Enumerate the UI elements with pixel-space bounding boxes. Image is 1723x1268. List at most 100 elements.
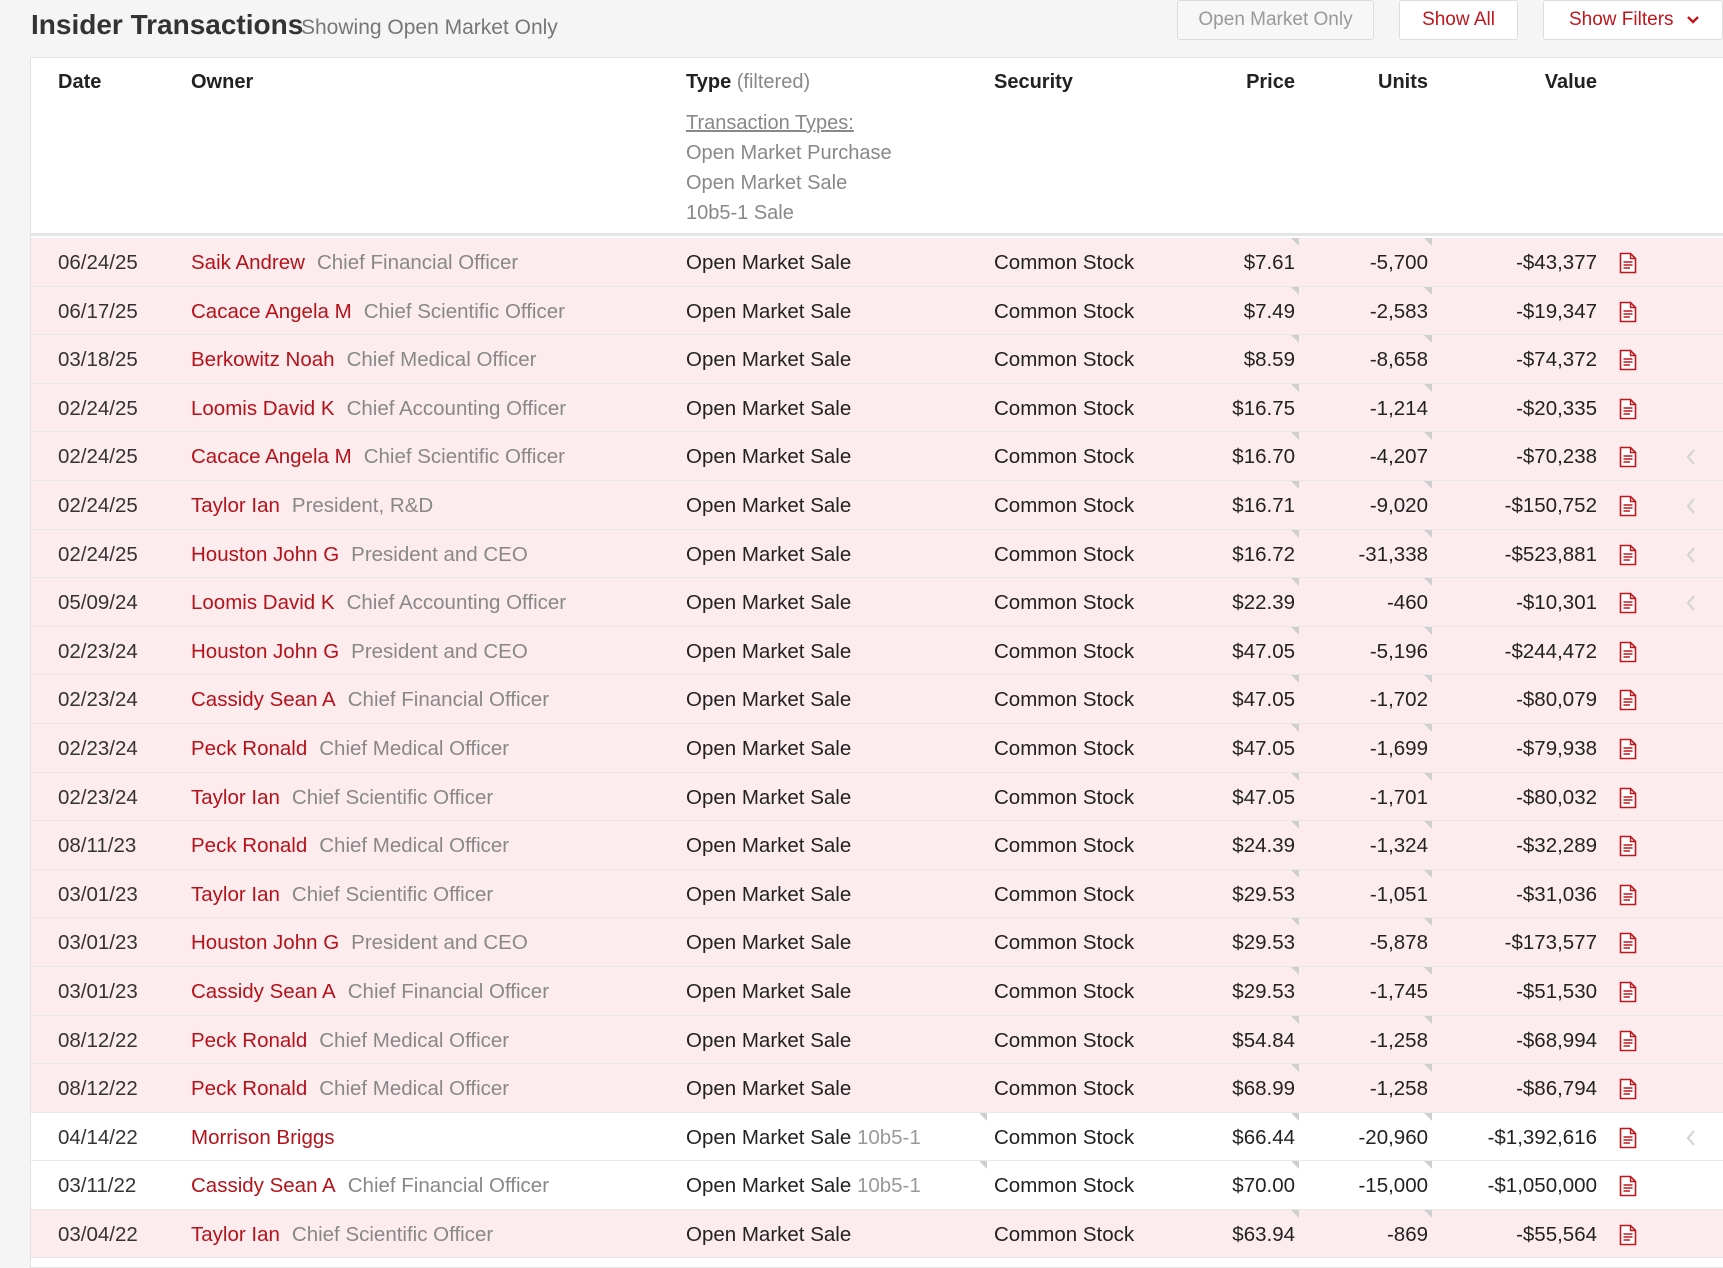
owner-name-link[interactable]: Peck Ronald xyxy=(191,1077,307,1100)
table-row[interactable]: 02/23/24 Taylor Ian Chief Scientific Offi… xyxy=(31,772,1723,822)
table-row[interactable]: 03/04/22 Taylor Ian Chief Scientific Offi… xyxy=(31,1209,1723,1259)
document-icon[interactable] xyxy=(1619,349,1637,371)
document-icon[interactable] xyxy=(1619,252,1637,274)
show-filters-button[interactable]: Show Filters xyxy=(1543,0,1723,40)
document-icon[interactable] xyxy=(1619,544,1637,566)
document-icon[interactable] xyxy=(1619,446,1637,468)
document-icon[interactable] xyxy=(1619,738,1637,760)
document-icon[interactable] xyxy=(1619,1078,1637,1100)
chevron-left-icon[interactable] xyxy=(1685,594,1697,612)
owner-name-link[interactable]: Morrison Briggs xyxy=(191,1126,335,1149)
table-row[interactable]: 08/11/23 Peck Ronald Chief Medical Office… xyxy=(31,821,1723,870)
owner-name-link[interactable]: Cacace Angela M xyxy=(191,300,352,323)
document-icon[interactable] xyxy=(1619,689,1637,711)
owner-name-link[interactable]: Loomis David K xyxy=(191,397,335,420)
table-row[interactable]: 06/24/25 Saik Andrew Chief Financial Offi… xyxy=(31,238,1723,287)
price-value: $54.84 xyxy=(1232,1028,1295,1052)
owner-name-link[interactable]: Peck Ronald xyxy=(191,834,307,857)
transaction-date: 02/24/25 xyxy=(58,542,138,566)
owner-name-link[interactable]: Cassidy Sean A xyxy=(191,1174,336,1197)
owner-name-link[interactable]: Peck Ronald xyxy=(191,737,307,760)
row-marker xyxy=(1291,918,1299,927)
table-row[interactable]: 02/23/24 Peck Ronald Chief Medical Office… xyxy=(31,723,1723,773)
document-icon[interactable] xyxy=(1619,787,1637,809)
owner-name-link[interactable]: Loomis David K xyxy=(191,591,335,614)
document-icon[interactable] xyxy=(1619,592,1637,614)
column-header-value[interactable]: Value xyxy=(1545,71,1597,94)
table-row[interactable]: 05/09/24 Loomis David K Chief Accounting … xyxy=(31,578,1723,627)
units-value: -5,700 xyxy=(1369,251,1428,274)
total-value: -$173,577 xyxy=(1504,931,1597,955)
transaction-types-heading[interactable]: Transaction Types: xyxy=(686,108,892,138)
table-row[interactable]: 08/12/22 Peck Ronald Chief Medical Office… xyxy=(31,1064,1723,1113)
price-value: $47.05 xyxy=(1232,639,1295,663)
owner-name-link[interactable]: Berkowitz Noah xyxy=(191,348,335,371)
owner-name-link[interactable]: Cassidy Sean A xyxy=(191,980,336,1003)
owner-name-link[interactable]: Houston John G xyxy=(191,640,339,663)
table-row[interactable]: 03/01/23 Cassidy Sean A Chief Financial O… xyxy=(31,966,1723,1016)
price-value: $29.53 xyxy=(1232,931,1295,955)
owner-name-link[interactable]: Houston John G xyxy=(191,543,339,566)
owner-name-link[interactable]: Taylor Ian xyxy=(191,883,280,906)
table-row[interactable]: 04/14/22 Morrison Briggs Open Market Sal… xyxy=(31,1112,1723,1162)
owner-name-link[interactable]: Houston John G xyxy=(191,931,339,954)
table-row[interactable]: 06/17/25 Cacace Angela M Chief Scientific… xyxy=(31,286,1723,336)
document-icon[interactable] xyxy=(1619,835,1637,857)
document-icon[interactable] xyxy=(1619,301,1637,323)
price-value: $70.00 xyxy=(1232,1174,1295,1198)
document-icon[interactable] xyxy=(1619,1127,1637,1149)
document-icon[interactable] xyxy=(1619,1175,1637,1197)
document-icon[interactable] xyxy=(1619,981,1637,1003)
column-header-units[interactable]: Units xyxy=(1378,71,1428,94)
owner-name-link[interactable]: Cacace Angela M xyxy=(191,445,352,468)
document-icon[interactable] xyxy=(1619,1224,1637,1246)
total-value: -$55,564 xyxy=(1516,1222,1597,1246)
transaction-type-item: Open Market Purchase xyxy=(686,142,892,164)
table-row[interactable]: 03/01/23 Taylor Ian Chief Scientific Offi… xyxy=(31,869,1723,919)
table-row[interactable]: 02/24/25 Houston John G President and CEO… xyxy=(31,529,1723,579)
table-row[interactable]: 02/24/25 Taylor Ian President, R&D Open M… xyxy=(31,480,1723,530)
owner-name-link[interactable]: Peck Ronald xyxy=(191,1029,307,1052)
show-all-button[interactable]: Show All xyxy=(1399,0,1518,40)
owner-name-link[interactable]: Taylor Ian xyxy=(191,786,280,809)
document-icon[interactable] xyxy=(1619,1030,1637,1052)
column-header-type[interactable]: Type (filtered) xyxy=(686,71,810,94)
transaction-type-label: Open Market Sale xyxy=(686,736,852,760)
owner-name-link[interactable]: Cassidy Sean A xyxy=(191,688,336,711)
table-row[interactable]: 03/11/22 Cassidy Sean A Chief Financial O… xyxy=(31,1161,1723,1210)
chevron-left-icon[interactable] xyxy=(1685,448,1697,466)
document-icon[interactable] xyxy=(1619,932,1637,954)
document-icon[interactable] xyxy=(1619,398,1637,420)
document-icon[interactable] xyxy=(1619,641,1637,663)
transaction-date: 06/17/25 xyxy=(58,299,138,323)
price-value: $16.71 xyxy=(1232,493,1295,517)
document-icon[interactable] xyxy=(1619,884,1637,906)
table-row[interactable]: 08/12/22 Peck Ronald Chief Medical Office… xyxy=(31,1015,1723,1065)
table-row[interactable]: 02/24/25 Loomis David K Chief Accounting … xyxy=(31,383,1723,433)
open-market-only-button[interactable]: Open Market Only xyxy=(1177,0,1374,40)
transaction-date: 03/04/22 xyxy=(58,1222,138,1246)
column-header-security[interactable]: Security xyxy=(994,71,1073,94)
owner-name-link[interactable]: Taylor Ian xyxy=(191,1223,280,1246)
document-icon[interactable] xyxy=(1619,495,1637,517)
owner-cell: Cassidy Sean A Chief Financial Officer xyxy=(191,688,549,712)
owner-name-link[interactable]: Taylor Ian xyxy=(191,494,280,517)
table-row[interactable]: 03/18/25 Berkowitz Noah Chief Medical Off… xyxy=(31,335,1723,384)
table-row[interactable]: 03/01/23 Houston John G President and CEO… xyxy=(31,918,1723,967)
chevron-left-icon[interactable] xyxy=(1685,1129,1697,1147)
price-value: $16.75 xyxy=(1232,396,1295,420)
table-row[interactable]: 02/23/24 Houston John G President and CEO… xyxy=(31,626,1723,676)
chevron-left-icon[interactable] xyxy=(1685,497,1697,515)
table-row[interactable]: 02/23/24 Cassidy Sean A Chief Financial O… xyxy=(31,675,1723,724)
owner-name-link[interactable]: Saik Andrew xyxy=(191,251,305,274)
security-name: Common Stock xyxy=(994,445,1135,469)
chevron-left-icon[interactable] xyxy=(1685,546,1697,564)
owner-cell: Taylor Ian Chief Scientific Officer xyxy=(191,786,493,810)
column-header-price[interactable]: Price xyxy=(1246,71,1295,94)
owner-title: Chief Financial Officer xyxy=(347,1174,550,1198)
column-header-date[interactable]: Date xyxy=(58,71,101,94)
security-name: Common Stock xyxy=(994,348,1135,372)
column-header-owner[interactable]: Owner xyxy=(191,71,253,94)
table-row[interactable]: 02/24/25 Cacace Angela M Chief Scientific… xyxy=(31,432,1723,481)
units-value: -1,699 xyxy=(1369,736,1428,760)
